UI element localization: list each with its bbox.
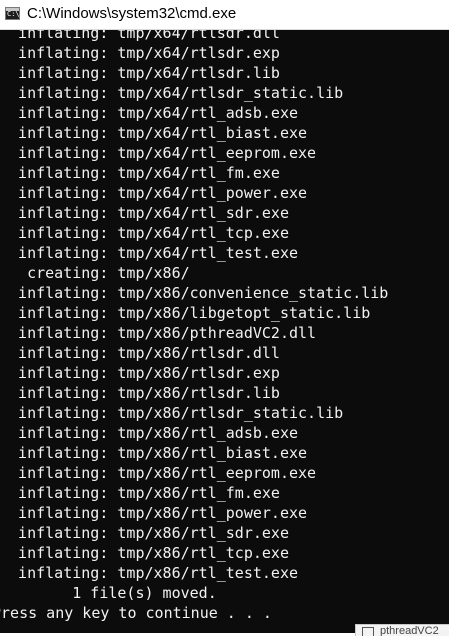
console-line: 1 file(s) moved. bbox=[0, 584, 217, 602]
console-line: inflating: tmp/x64/rtl_power.exe bbox=[0, 184, 308, 202]
console-line: inflating: tmp/x86/rtl_biast.exe bbox=[0, 444, 308, 462]
cmd-icon: C:\ bbox=[5, 7, 20, 20]
console-line: inflating: tmp/x64/rtlsdr.dll bbox=[0, 30, 280, 42]
console-line: inflating: tmp/x86/rtl_power.exe bbox=[0, 504, 308, 522]
console-line: inflating: tmp/x86/rtlsdr.lib bbox=[0, 384, 280, 402]
console-line: inflating: tmp/x64/rtl_adsb.exe bbox=[0, 104, 299, 122]
cmd-window: C:\ C:\Windows\system32\cmd.exe inflatin… bbox=[0, 0, 449, 636]
console-line: inflating: tmp/x64/rtlsdr.lib bbox=[0, 64, 280, 82]
console-line: inflating: tmp/x86/rtlsdr.exp bbox=[0, 364, 280, 382]
taskbar-peek-label: pthreadVC2 bbox=[380, 625, 439, 636]
console-line: creating: tmp/x86/ bbox=[0, 264, 190, 282]
console-line: inflating: tmp/x64/rtl_tcp.exe bbox=[0, 224, 289, 242]
console-line: inflating: tmp/x64/rtl_biast.exe bbox=[0, 124, 308, 142]
console-line: inflating: tmp/x86/rtl_tcp.exe bbox=[0, 544, 289, 562]
console-line: inflating: tmp/x86/pthreadVC2.dll bbox=[0, 324, 317, 342]
window-thumbnail-icon bbox=[362, 627, 374, 636]
cmd-icon-glyph: C:\ bbox=[7, 10, 20, 18]
console-line: inflating: tmp/x86/rtlsdr.dll bbox=[0, 344, 280, 362]
console-line: inflating: tmp/x86/libgetopt_static.lib bbox=[0, 304, 371, 322]
taskbar-window-peek[interactable]: pthreadVC2 bbox=[355, 624, 449, 636]
console-line: inflating: tmp/x86/rtlsdr_static.lib bbox=[0, 404, 344, 422]
console-line: inflating: tmp/x64/rtl_sdr.exe bbox=[0, 204, 289, 222]
console-line: inflating: tmp/x86/rtl_test.exe bbox=[0, 564, 299, 582]
console-line: inflating: tmp/x86/rtl_eeprom.exe bbox=[0, 464, 317, 482]
console-line: inflating: tmp/x86/convenience_static.li… bbox=[0, 284, 389, 302]
title-bar[interactable]: C:\ C:\Windows\system32\cmd.exe bbox=[0, 0, 449, 30]
console-line: inflating: tmp/x86/rtl_fm.exe bbox=[0, 484, 280, 502]
console-line: inflating: tmp/x86/rtl_adsb.exe bbox=[0, 424, 299, 442]
console-output[interactable]: inflating: tmp/x64/rtlsdr.dll inflating:… bbox=[0, 30, 449, 633]
console-line: inflating: tmp/x64/rtl_fm.exe bbox=[0, 164, 280, 182]
console-prompt-line: Press any key to continue . . . bbox=[0, 604, 272, 622]
console-line: inflating: tmp/x64/rtl_eeprom.exe bbox=[0, 144, 317, 162]
console-line: inflating: tmp/x86/rtl_sdr.exe bbox=[0, 524, 289, 542]
console-line: inflating: tmp/x64/rtlsdr_static.lib bbox=[0, 84, 344, 102]
console-line: inflating: tmp/x64/rtl_test.exe bbox=[0, 244, 299, 262]
window-title: C:\Windows\system32\cmd.exe bbox=[27, 5, 237, 22]
console-line: inflating: tmp/x64/rtlsdr.exp bbox=[0, 44, 280, 62]
